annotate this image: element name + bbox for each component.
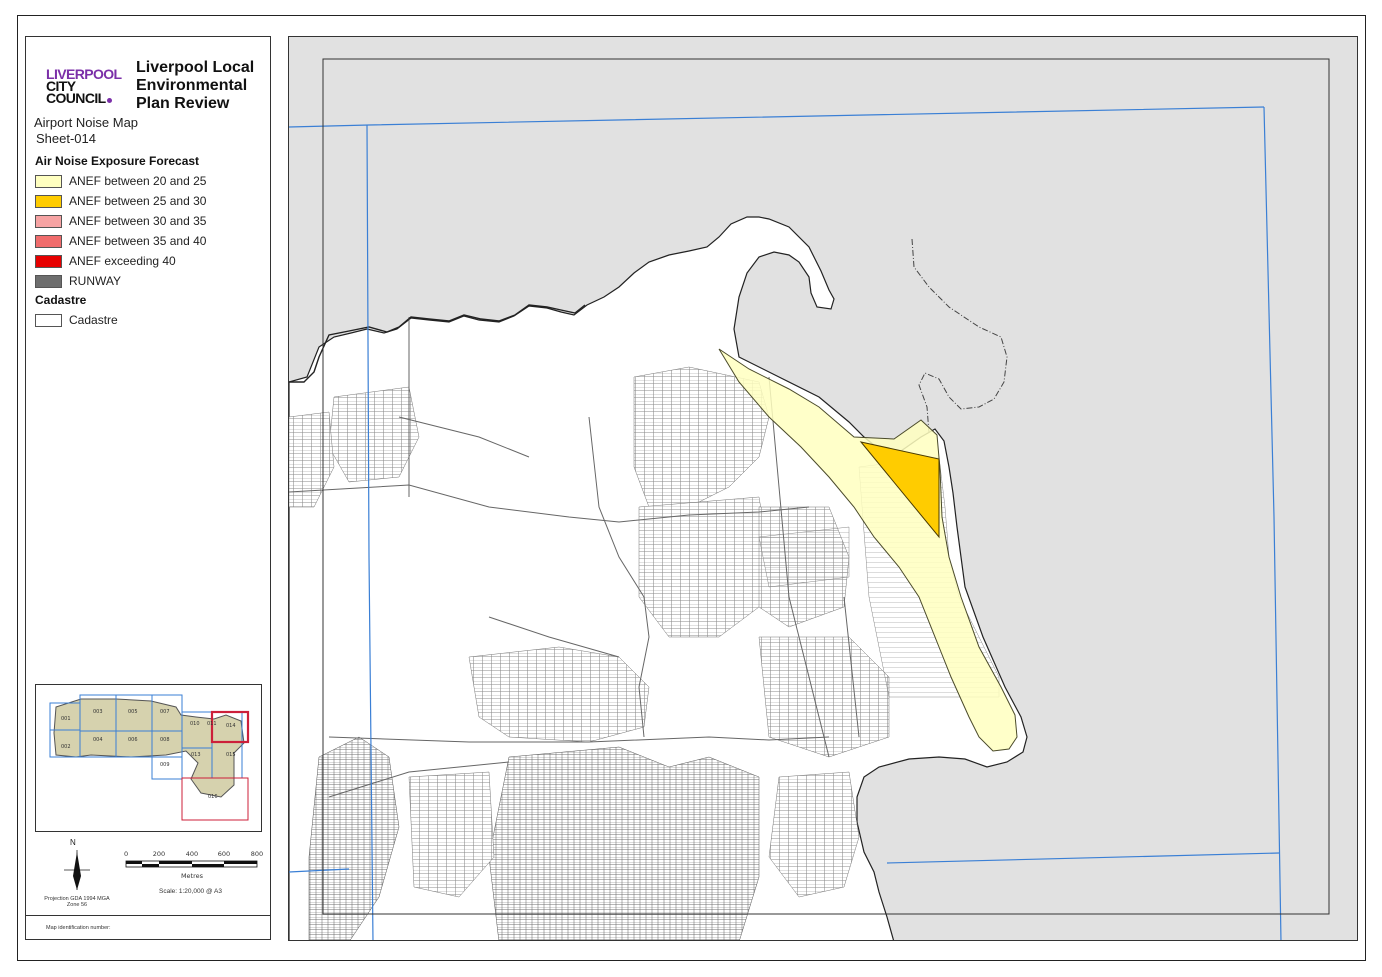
main-map[interactable] (288, 36, 1358, 941)
inset-map-svg: 001 002 003 004 005 006 007 008 009 010 … (49, 694, 250, 821)
map-subtitle: Airport Noise Map (34, 115, 139, 130)
scale-unit: Metres (181, 872, 204, 880)
inset-label: 002 (61, 744, 71, 750)
legend-label: ANEF exceeding 40 (69, 254, 176, 268)
legend-item-anef-35-40: ANEF between 35 and 40 (35, 233, 206, 249)
inset-label: 004 (93, 737, 103, 743)
legend-swatch (35, 254, 62, 268)
inset-label: 014 (226, 723, 236, 729)
inset-label: 003 (93, 709, 103, 715)
legend-label: RUNWAY (69, 274, 121, 288)
scale-tick-label: 200 (153, 850, 165, 858)
inset-label: 015 (226, 752, 236, 758)
inset-label: 010 (190, 721, 200, 727)
legend-heading-cadastre: Cadastre (35, 293, 87, 307)
scale-tick-label: 800 (251, 850, 263, 858)
legend-panel: LIVERPOOL CITY COUNCIL Liverpool Local E… (25, 36, 271, 940)
legend-item-anef-40: ANEF exceeding 40 (35, 253, 176, 269)
logo-line-3: COUNCIL (46, 90, 126, 106)
map-title: Liverpool Local Environmental Plan Revie… (136, 59, 255, 112)
map-canvas (289, 58, 1330, 940)
legend-swatch (35, 313, 62, 327)
channel-line (911, 238, 1008, 434)
legend-item-anef-20-25: ANEF between 20 and 25 (35, 173, 206, 189)
residential-cluster (468, 646, 650, 743)
council-logo: LIVERPOOL CITY COUNCIL (46, 67, 126, 106)
legend-label: Cadastre (69, 313, 118, 327)
sheet-number: Sheet-014 (36, 131, 96, 146)
inset-label: 016 (208, 794, 218, 800)
legend-label: ANEF between 25 and 30 (69, 194, 207, 208)
inset-label: 005 (128, 709, 138, 715)
scale-bar: 0 200 400 600 800 Metres (124, 850, 263, 880)
inset-locator-map: 001 002 003 004 005 006 007 008 009 010 … (35, 684, 262, 832)
scale-text: Scale: 1:20,000 @ A3 (159, 888, 222, 895)
legend-item-anef-30-35: ANEF between 30 and 35 (35, 213, 206, 229)
legend-label: ANEF between 20 and 25 (69, 174, 207, 188)
map-id-box: Map identification number: (26, 915, 270, 939)
legend-heading-anef: Air Noise Exposure Forecast (35, 154, 200, 168)
inset-label: 011 (207, 721, 217, 727)
inset-label: 007 (160, 709, 170, 715)
logo-dot-icon (106, 98, 112, 103)
scale-tick-label: 0 (124, 850, 128, 858)
lga-boundary (53, 698, 245, 798)
legend-item-cadastre: Cadastre (35, 312, 118, 328)
legend-label: ANEF between 35 and 40 (69, 234, 207, 248)
map-id-label: Map identification number: (46, 925, 111, 931)
projection-text: Projection GDA 1994 MGA Zone 56 (44, 896, 110, 908)
inset-label: 001 (61, 716, 71, 722)
logo-line-3-text: COUNCIL (46, 90, 106, 106)
north-arrow-icon (64, 850, 90, 890)
legend-item-runway: RUNWAY (35, 273, 121, 289)
legend-swatch (35, 234, 62, 248)
legend-swatch (35, 194, 62, 208)
inset-label: 013 (191, 752, 201, 758)
legend-item-anef-25-30: ANEF between 25 and 30 (35, 193, 206, 209)
peninsula-lots (758, 526, 850, 588)
inset-label: 008 (160, 737, 170, 743)
legend-swatch (35, 274, 62, 288)
legend-label: ANEF between 30 and 35 (69, 214, 207, 228)
inset-label: 006 (128, 737, 138, 743)
residential-cluster (488, 746, 760, 940)
legend-swatch (35, 174, 62, 188)
scale-tick-label: 600 (218, 850, 230, 858)
legend-swatch (35, 214, 62, 228)
inset-label: 009 (160, 762, 170, 768)
scale-tick-label: 400 (186, 850, 198, 858)
